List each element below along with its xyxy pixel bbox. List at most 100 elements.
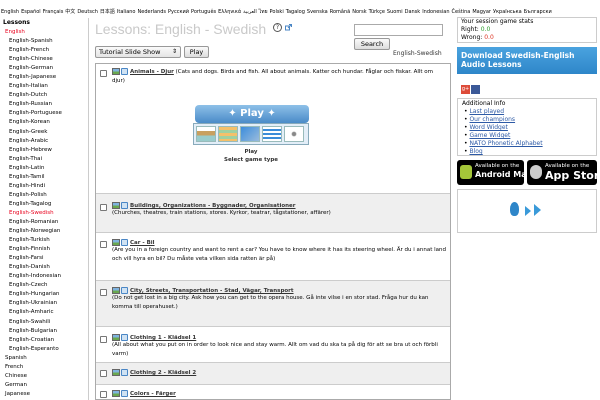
play-game-button[interactable]: ✦ Play ✦ [195,105,309,123]
language-link[interactable]: Français [43,9,64,15]
sidebar-item-english-french[interactable]: English-French [0,46,88,55]
sidebar-item-english-hungarian[interactable]: English-Hungarian [0,290,88,299]
sidebar-item-english-farsi[interactable]: English-Farsi [0,254,88,263]
language-link[interactable]: Türkçe [369,9,385,15]
sidebar-item-english-russian[interactable]: English-Russian [0,100,88,109]
sidebar-item-english-japanese[interactable]: English-Japanese [0,73,88,82]
flashcard-game-icon[interactable] [240,126,260,142]
promo-banner[interactable] [457,189,597,233]
language-link[interactable]: 中文 [65,9,75,15]
sidebar-item-english-swedish[interactable]: English-Swedish [0,209,88,218]
language-link[interactable]: Magyar [472,9,491,15]
sidebar-item-english-turkish[interactable]: English-Turkish [0,236,88,245]
search-input[interactable] [354,24,443,36]
lesson-checkbox[interactable] [100,391,107,398]
picture-game-icon[interactable] [196,126,216,142]
language-link[interactable]: Čeština [452,9,471,15]
sidebar-item-german[interactable]: German [0,381,88,390]
language-link[interactable]: Dansk [405,9,421,15]
lesson-checkbox[interactable] [100,289,107,296]
language-link[interactable]: Suomi [387,9,403,15]
sidebar-item-english-portuguese[interactable]: English-Portuguese [0,109,88,118]
language-link[interactable]: 日本語 [100,9,115,15]
language-link[interactable]: Български [524,9,552,15]
sidebar-item-english-dutch[interactable]: English-Dutch [0,91,88,100]
language-link[interactable]: Svenska [307,9,328,15]
language-link[interactable]: العربية [243,9,257,15]
app-store-badge[interactable]: Available on the App Store [527,160,600,185]
language-link[interactable]: Română [330,9,350,15]
language-link[interactable]: Polski [270,9,284,15]
sidebar-item-english-romanian[interactable]: English-Romanian [0,218,88,227]
dice-game-icon[interactable] [284,126,304,142]
language-link[interactable]: Italiano [117,9,136,15]
language-link[interactable]: Ελληνικά [218,9,241,15]
sidebar-item-english-esperanto[interactable]: English-Esperanto [0,345,88,354]
sidebar-item-english-spanish[interactable]: English-Spanish [0,37,88,46]
sidebar-item-english-bulgarian[interactable]: English-Bulgarian [0,327,88,336]
sidebar-item-english-croatian[interactable]: English-Croatian [0,336,88,345]
sidebar-item-english-hebrew[interactable]: English-Hebrew [0,146,88,155]
sidebar-item-english-polish[interactable]: English-Polish [0,191,88,200]
info-link[interactable]: Game Widget [469,132,510,139]
play-button[interactable]: Play [184,46,209,58]
info-link[interactable]: Word Widget [469,124,507,131]
lesson-checkbox[interactable] [100,336,107,343]
lesson-link[interactable]: Clothing 2 - Klädsel 2 [130,370,196,376]
site-logo[interactable] [0,0,600,8]
sidebar-item-french[interactable]: French [0,363,88,372]
sidebar-item-english-amharic[interactable]: English-Amharic [0,308,88,317]
language-selector[interactable]: English-Swedish [393,50,442,57]
lesson-checkbox[interactable] [100,204,107,211]
lesson-checkbox[interactable] [100,70,107,77]
language-link[interactable]: Tagalog [286,9,305,15]
lesson-link[interactable]: Colors - Färger [130,391,176,397]
sidebar-item-english-czech[interactable]: English-Czech [0,281,88,290]
language-link[interactable]: English [1,9,19,15]
game-mode-select[interactable]: Tutorial Slide Show ⇕ [95,46,181,58]
language-link[interactable]: Norsk [352,9,366,15]
help-icon[interactable]: ? [273,23,282,32]
language-link[interactable]: Indonesian [422,9,449,15]
sidebar-item-english-tagalog[interactable]: English-Tagalog [0,200,88,209]
android-market-badge[interactable]: Available on the Android Market [457,160,545,185]
stack-game-icon[interactable] [218,126,238,142]
sidebar-item-english[interactable]: English [0,28,88,37]
sidebar-item-english-danish[interactable]: English-Danish [0,263,88,272]
info-link[interactable]: Blog [469,148,482,155]
list-game-icon[interactable] [262,126,282,142]
link-icon[interactable] [285,24,292,31]
language-link[interactable]: Español [21,9,41,15]
info-link[interactable]: Our champions [469,116,515,123]
sidebar-item-english-italian[interactable]: English-Italian [0,82,88,91]
sidebar-item-english-german[interactable]: English-German [0,64,88,73]
download-audio-button[interactable]: Download Swedish-English Audio Lessons [457,47,597,74]
google-plus-icon[interactable]: g+ [461,85,470,94]
sidebar-item-japanese[interactable]: Japanese [0,390,88,399]
sidebar-item-english-indonesian[interactable]: English-Indonesian [0,272,88,281]
share-icon[interactable] [471,85,480,94]
sidebar-item-spanish[interactable]: Spanish [0,354,88,363]
sidebar-item-english-ukrainian[interactable]: English-Ukrainian [0,299,88,308]
language-link[interactable]: Nederlands [138,9,167,15]
info-link[interactable]: Last played [469,108,504,115]
sidebar-item-english-chinese[interactable]: English-Chinese [0,55,88,64]
sidebar-item-chinese[interactable]: Chinese [0,372,88,381]
language-link[interactable]: Українська [493,9,522,15]
sidebar-item-english-hindi[interactable]: English-Hindi [0,182,88,191]
language-link[interactable]: Português [191,9,216,15]
language-link[interactable]: Русский [168,9,189,15]
sidebar-item-english-norwegian[interactable]: English-Norwegian [0,227,88,236]
search-button[interactable]: Search [354,38,390,50]
sidebar-item-english-korean[interactable]: English-Korean [0,118,88,127]
sidebar-item-english-latin[interactable]: English-Latin [0,164,88,173]
lesson-checkbox[interactable] [100,370,107,377]
sidebar-item-english-arabic[interactable]: English-Arabic [0,137,88,146]
info-link[interactable]: NATO Phonetic Alphabet [469,140,542,147]
language-link[interactable]: Deutsch [77,9,98,15]
sidebar-item-english-finnish[interactable]: English-Finnish [0,245,88,254]
sidebar-item-english-tamil[interactable]: English-Tamil [0,173,88,182]
sidebar-item-english-greek[interactable]: English-Greek [0,128,88,137]
language-link[interactable]: ไทย [259,9,268,15]
lesson-checkbox[interactable] [100,241,107,248]
